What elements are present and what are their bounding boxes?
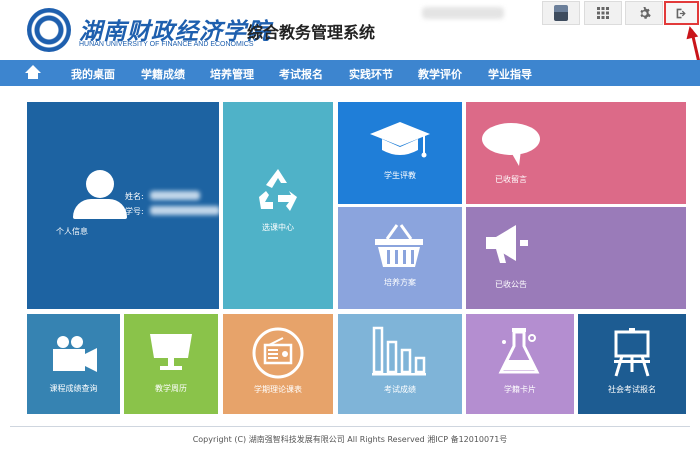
graduation-cap-icon bbox=[370, 122, 430, 158]
tile-social-exam[interactable]: 社会考试报名 bbox=[578, 314, 686, 414]
footer-copyright: Copyright (C) 湖南强智科技发展有限公司 All Rights Re… bbox=[192, 435, 508, 444]
main-nav: 我的桌面 学籍成绩 培养管理 考试报名 实践环节 教学评价 学业指导 bbox=[0, 60, 700, 86]
tile-label-student-eval: 学生评教 bbox=[384, 171, 416, 180]
nav-item-training[interactable]: 培养管理 bbox=[210, 66, 254, 82]
tile-label-exam-results: 考试成绩 bbox=[384, 385, 416, 394]
logout-icon bbox=[676, 8, 686, 18]
megaphone-icon bbox=[486, 225, 528, 263]
home-icon[interactable] bbox=[24, 65, 42, 81]
settings-button[interactable] bbox=[625, 1, 663, 25]
person-icon bbox=[86, 170, 114, 198]
user-avatar-button[interactable] bbox=[542, 1, 580, 25]
tile-profile[interactable]: 个人信息 姓名: 学号: bbox=[27, 102, 219, 309]
tile-student-eval[interactable]: 学生评教 bbox=[338, 102, 462, 204]
gear-icon bbox=[639, 6, 651, 19]
tile-received-messages[interactable]: 已收留言 bbox=[466, 102, 686, 204]
nav-item-exam-registration[interactable]: 考试报名 bbox=[279, 66, 323, 82]
tile-label-received-notices: 已收公告 bbox=[495, 280, 527, 289]
tile-label-grade-query: 课程成绩查询 bbox=[49, 384, 98, 393]
tile-label-social-exam: 社会考试报名 bbox=[608, 385, 656, 394]
tile-teaching-calendar[interactable]: 教学周历 bbox=[124, 314, 218, 414]
name-value-blurred bbox=[150, 191, 200, 200]
tile-label-student-card: 学籍卡片 bbox=[504, 385, 536, 394]
nav-item-practice[interactable]: 实践环节 bbox=[349, 66, 393, 82]
student-id-label: 学号: bbox=[125, 207, 144, 216]
student-id-value-blurred bbox=[150, 206, 219, 215]
tile-training-plan[interactable]: 培养方案 bbox=[338, 207, 462, 309]
system-name: 综合教务管理系统 bbox=[247, 23, 376, 42]
apps-button[interactable] bbox=[584, 1, 622, 25]
tile-label-theory-schedule: 学期理论课表 bbox=[254, 385, 302, 394]
basket-icon bbox=[375, 224, 423, 267]
easel-board-icon bbox=[614, 328, 650, 377]
user-name-blurred bbox=[422, 7, 504, 19]
recycle-icon bbox=[259, 169, 297, 211]
logout-button[interactable] bbox=[664, 1, 699, 25]
video-camera-icon bbox=[53, 336, 97, 372]
tile-label-profile: 个人信息 bbox=[56, 227, 88, 236]
nav-item-academic-guide[interactable]: 学业指导 bbox=[488, 66, 532, 82]
speech-bubble-icon bbox=[482, 123, 540, 166]
monitor-icon bbox=[150, 334, 192, 370]
nav-item-status-grades[interactable]: 学籍成绩 bbox=[141, 66, 185, 82]
radio-icon bbox=[252, 327, 304, 379]
tile-received-notices[interactable]: 已收公告 bbox=[466, 207, 686, 309]
tile-course-select[interactable]: 选课中心 bbox=[223, 102, 333, 309]
flask-icon bbox=[498, 328, 540, 374]
tile-label-course-select: 选课中心 bbox=[262, 223, 294, 232]
nav-item-my-desktop[interactable]: 我的桌面 bbox=[71, 66, 115, 82]
tile-label-received-messages: 已收留言 bbox=[495, 175, 527, 184]
avatar bbox=[554, 5, 568, 21]
top-header: 湖南财政经济学院 HUNAN UNIVERSITY OF FINANCE AND… bbox=[0, 0, 700, 87]
school-name-en: HUNAN UNIVERSITY OF FINANCE AND ECONOMIC… bbox=[79, 41, 254, 48]
name-label: 姓名: bbox=[125, 192, 144, 201]
bar-chart-icon bbox=[372, 326, 426, 376]
footer-divider bbox=[10, 426, 690, 427]
tile-grade-query[interactable]: 课程成绩查询 bbox=[27, 314, 120, 414]
tile-label-teaching-calendar: 教学周历 bbox=[155, 384, 187, 393]
tile-theory-schedule[interactable]: 学期理论课表 bbox=[223, 314, 333, 414]
tile-exam-results[interactable]: 考试成绩 bbox=[338, 314, 462, 414]
apps-grid-icon bbox=[597, 7, 609, 19]
tile-label-training-plan: 培养方案 bbox=[384, 278, 416, 287]
nav-item-teaching-eval[interactable]: 教学评价 bbox=[418, 66, 462, 82]
annotation-arrow-head bbox=[683, 24, 699, 40]
school-seal-logo bbox=[27, 8, 71, 52]
tile-student-card[interactable]: 学籍卡片 bbox=[466, 314, 574, 414]
